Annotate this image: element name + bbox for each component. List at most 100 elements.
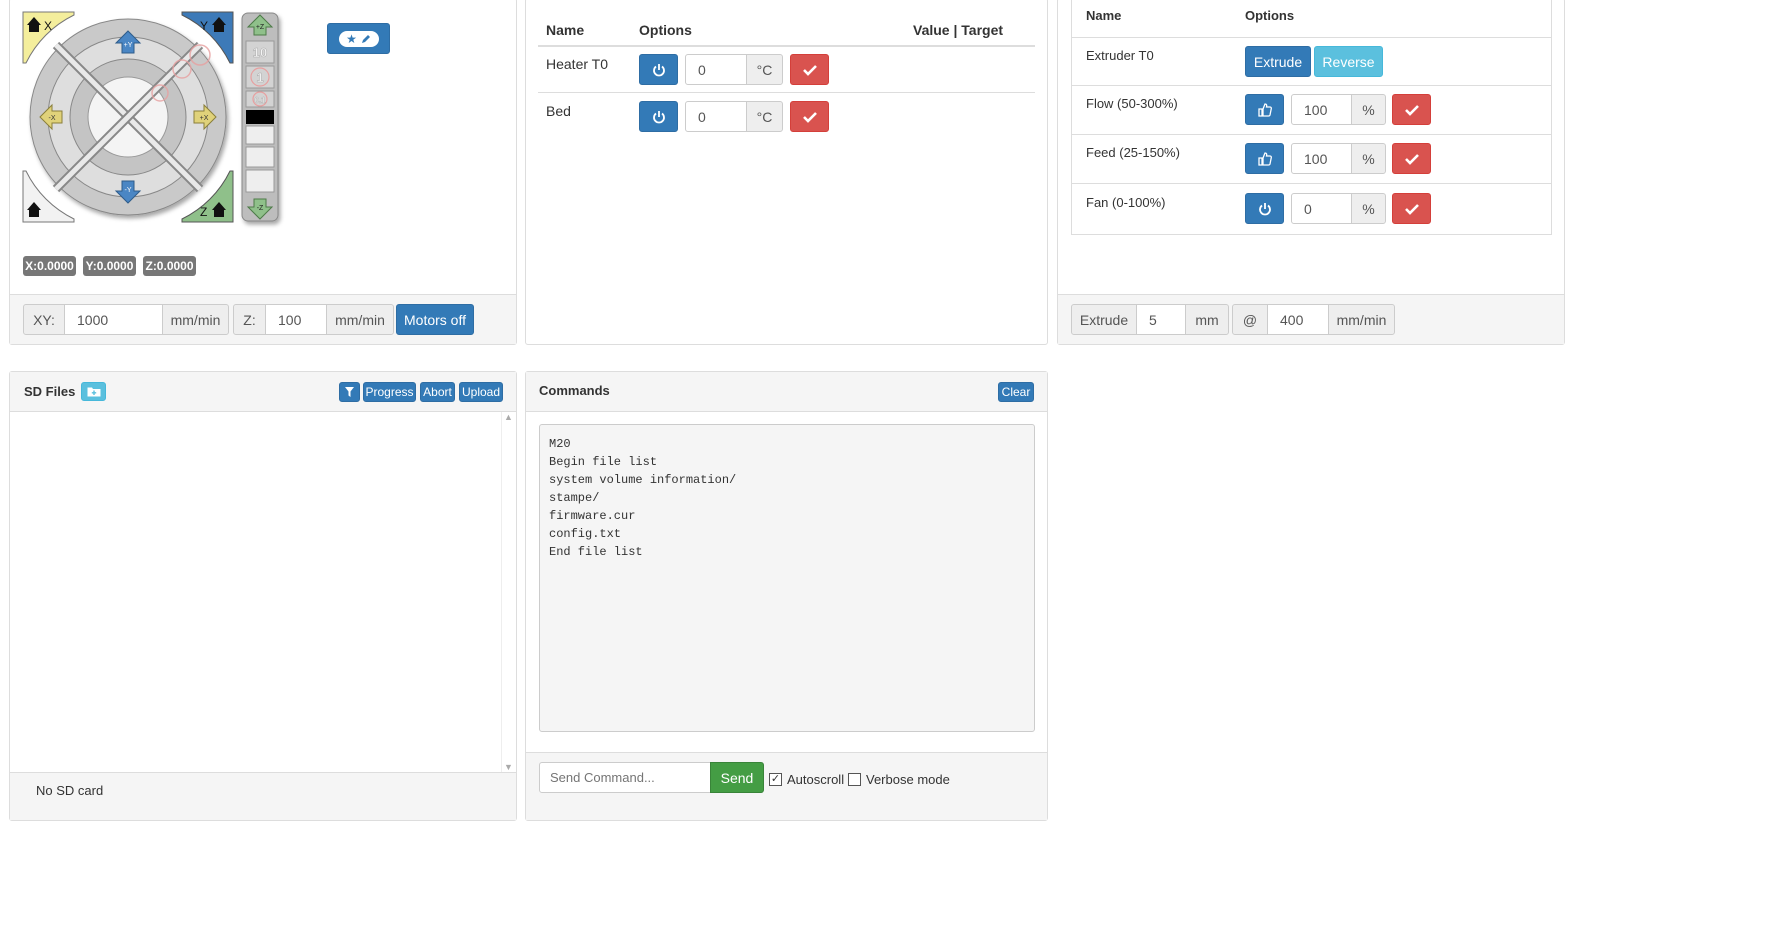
xy-feedrate-label: XY: xyxy=(23,304,65,335)
send-button[interactable]: Send xyxy=(710,762,764,793)
home-y-label: Y xyxy=(200,19,208,33)
flow-row-divider xyxy=(1072,134,1551,135)
log-line: stampe/ xyxy=(549,491,600,505)
temp-header-name: Name xyxy=(546,22,585,38)
command-input[interactable] xyxy=(539,762,711,793)
extrude-button[interactable]: Extrude xyxy=(1245,46,1311,77)
xy-feedrate-input[interactable]: 1000 xyxy=(64,304,163,335)
z-step-0.1-label: 0.1 xyxy=(254,96,266,105)
flow-input[interactable]: 100 xyxy=(1291,94,1352,125)
extrude-speed-unit: mm/min xyxy=(1328,304,1395,335)
heater-t0-unit: °C xyxy=(746,54,783,85)
log-line: Begin file list xyxy=(549,455,658,469)
z-step-slot-1[interactable] xyxy=(245,125,275,145)
z-feedrate-label: Z: xyxy=(233,304,266,335)
sd-files-footer: No SD card xyxy=(10,772,516,820)
feed-input[interactable]: 100 xyxy=(1291,143,1352,174)
power-icon xyxy=(1258,202,1271,215)
verbose-label: Verbose mode xyxy=(866,772,950,787)
z-step-1-button[interactable]: 1 xyxy=(245,65,275,89)
autoscroll-label: Autoscroll xyxy=(787,772,845,787)
position-z-badge: Z:0.0000 xyxy=(143,256,196,276)
fan-apply-button[interactable] xyxy=(1392,193,1431,224)
extrude-footer: Extrude 5 mm @ 400 mm/min xyxy=(1058,294,1564,344)
commands-heading: Commands Clear xyxy=(526,372,1047,412)
y-minus-label: -Y xyxy=(125,187,132,194)
motors-off-button[interactable]: Motors off xyxy=(396,304,474,335)
z-step-0.1-button[interactable]: 0.1 xyxy=(245,90,275,108)
fan-power-button[interactable] xyxy=(1245,193,1284,224)
z-plus-label: +Z xyxy=(256,24,265,31)
feed-unit: % xyxy=(1351,143,1386,174)
check-icon xyxy=(802,64,817,76)
extrude-length-unit: mm xyxy=(1185,304,1229,335)
upload-button[interactable]: Upload xyxy=(459,382,503,402)
power-icon xyxy=(652,110,665,123)
temp-header-options: Options xyxy=(639,22,692,38)
heater-t0-name: Heater T0 xyxy=(546,56,608,72)
xy-feedrate-unit: mm/min xyxy=(162,304,229,335)
edit-macros-button[interactable]: ★ xyxy=(327,23,390,54)
flow-apply-button[interactable] xyxy=(1392,94,1431,125)
check-icon xyxy=(802,111,817,123)
bed-apply-button[interactable] xyxy=(790,101,829,132)
x-plus-label: +X xyxy=(200,115,209,122)
temp-header-value-target: Value | Target xyxy=(913,22,1004,38)
heater-t0-target-input[interactable]: 0 xyxy=(685,54,747,85)
feed-reset-button[interactable] xyxy=(1245,143,1284,174)
clear-button[interactable]: Clear xyxy=(998,382,1034,402)
log-line: End file list xyxy=(549,545,643,559)
z-step-1-label: 1 xyxy=(256,70,263,85)
scroll-down-icon[interactable]: ▼ xyxy=(504,762,513,772)
sd-files-title: SD Files xyxy=(24,384,76,399)
new-folder-button[interactable] xyxy=(81,382,106,401)
bed-name: Bed xyxy=(546,103,571,119)
z-feedrate-input[interactable]: 100 xyxy=(265,304,327,335)
verbose-checkbox[interactable] xyxy=(848,773,861,786)
bed-target-input[interactable]: 0 xyxy=(685,101,747,132)
z-step-10-button[interactable]: 10 xyxy=(245,40,275,64)
flow-unit: % xyxy=(1351,94,1386,125)
x-minus-label: -X xyxy=(49,115,56,122)
scroll-up-icon[interactable]: ▲ xyxy=(504,412,513,422)
autoscroll-checkbox[interactable]: ✓ xyxy=(769,773,782,786)
sd-files-heading: SD Files Progress Abort Upload xyxy=(10,372,516,412)
extruder-header-divider xyxy=(1072,37,1551,38)
z-step-slot-2[interactable] xyxy=(245,146,275,168)
filter-icon xyxy=(345,387,354,397)
filter-button[interactable] xyxy=(339,382,360,402)
position-y-badge: Y:0.0000 xyxy=(83,256,136,276)
extrude-length-input[interactable]: 5 xyxy=(1136,304,1186,335)
temperature-panel: Name Options Value | Target Heater T0 0 … xyxy=(525,0,1048,345)
sd-file-list-scrollbar[interactable]: ▲ ▼ xyxy=(501,412,515,772)
thumbs-up-icon xyxy=(1257,102,1272,117)
sd-files-panel: SD Files Progress Abort Upload ▲ ▼ No SD… xyxy=(9,371,517,821)
extruder-table: Name Options Extruder T0 Extrude Reverse… xyxy=(1071,0,1552,235)
fan-input[interactable]: 0 xyxy=(1291,193,1352,224)
command-log: M20 Begin file list system volume inform… xyxy=(539,424,1035,732)
heater-t0-apply-button[interactable] xyxy=(790,54,829,85)
check-icon xyxy=(1404,104,1419,116)
jog-panel: X Y Z +Y -Y -X +X +Z 10 1 0.1 -Z ★ X:0.0… xyxy=(9,0,517,345)
feed-row-divider xyxy=(1072,183,1551,184)
abort-button[interactable]: Abort xyxy=(420,382,455,402)
commands-panel: Commands Clear M20 Begin file list syste… xyxy=(525,371,1048,821)
feed-apply-button[interactable] xyxy=(1392,143,1431,174)
jog-control: X Y Z +Y -Y -X +X +Z 10 1 0.1 -Z xyxy=(22,11,279,223)
thumbs-up-icon xyxy=(1257,151,1272,166)
extruder-header-options: Options xyxy=(1245,8,1295,23)
bed-power-button[interactable] xyxy=(639,101,678,132)
fan-unit: % xyxy=(1351,193,1386,224)
progress-button[interactable]: Progress xyxy=(363,382,416,402)
check-icon xyxy=(1404,203,1419,215)
extruder-row-divider xyxy=(1072,85,1551,86)
z-step-slot-3[interactable] xyxy=(245,169,275,193)
sd-file-list[interactable]: ▲ ▼ xyxy=(10,412,516,772)
extrude-speed-input[interactable]: 400 xyxy=(1267,304,1329,335)
flow-reset-button[interactable] xyxy=(1245,94,1284,125)
heater-t0-power-button[interactable] xyxy=(639,54,678,85)
reverse-button[interactable]: Reverse xyxy=(1314,46,1383,77)
position-x-badge: X:0.0000 xyxy=(23,256,76,276)
extruder-header-name: Name xyxy=(1086,8,1122,23)
extruder-t0-name: Extruder T0 xyxy=(1086,48,1154,63)
